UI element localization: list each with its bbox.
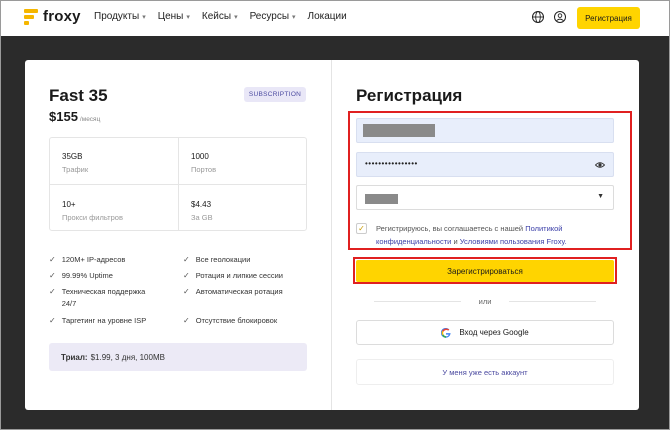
check-icon: ✓ [183, 316, 190, 325]
stat-label: Портов [191, 165, 217, 174]
plan-title: Fast 35 [49, 86, 108, 105]
check-icon: ✓ [49, 255, 56, 264]
chevron-down-icon: ▾ [234, 13, 238, 21]
check-icon: ✓ [49, 287, 56, 296]
or-separator: или [356, 295, 614, 307]
google-icon [441, 327, 451, 338]
country-select[interactable]: ▼ [356, 185, 614, 210]
stat-value: 10+ [62, 200, 76, 209]
check-icon: ✓ [49, 271, 56, 280]
feature-item: ✓ Автоматическая ротация [183, 286, 283, 298]
submit-register-button[interactable]: Зарегистрироваться [356, 260, 614, 282]
nav-label: Ресурсы [249, 11, 290, 22]
feature-text: Ротация и липкие сессии [195, 271, 283, 280]
top-header: froxy Продукты ▾ Цены ▾ Кейсы ▾ Ресурсы ▾ Ло… [0, 0, 670, 36]
google-login-label: Вход через Google [459, 328, 529, 337]
chevron-down-icon: ▾ [292, 13, 296, 21]
chevron-down-icon: ▾ [142, 13, 146, 21]
redacted-value [363, 124, 435, 137]
check-icon: ✓ [183, 255, 190, 264]
logo-text: froxy [43, 8, 81, 25]
or-label: или [478, 296, 492, 306]
check-icon: ✓ [183, 287, 190, 296]
trial-label: Триал: [61, 352, 88, 362]
stat-value: 1000 [191, 152, 209, 161]
feature-item: ✓ Ротация и липкие сессии [183, 270, 283, 282]
main-nav: Продукты ▾ Цены ▾ Кейсы ▾ Ресурсы ▾ Локации [94, 11, 347, 22]
nav-item-products[interactable]: Продукты ▾ [94, 11, 146, 22]
feature-item: ✓ 99.99% Uptime [49, 270, 113, 282]
nav-label: Цены [157, 11, 184, 22]
checkbox-check-icon: ✓ [358, 224, 365, 233]
terms-link[interactable]: Условиями пользования Froxy. [460, 237, 567, 246]
feature-item: ✓ Техническая поддержка 24/7 [49, 286, 159, 310]
check-icon: ✓ [49, 316, 56, 325]
stat-traffic: 35GB Трафик [62, 152, 88, 174]
feature-item: ✓ Таргетинг на уровне ISP [49, 315, 146, 327]
stat-ports: 1000 Портов [191, 152, 216, 174]
stat-label: За GB [191, 213, 213, 222]
consent-checkbox[interactable]: ✓ [356, 223, 367, 234]
feature-text: Автоматическая ротация [195, 287, 283, 296]
globe-icon[interactable] [531, 10, 545, 24]
feature-text: Таргетинг на уровне ISP [61, 316, 147, 325]
trial-value: $1.99, 3 дня, 100MB [90, 352, 165, 362]
price-period: /месяц [79, 116, 101, 123]
feature-item: ✓ 120M+ IP-адресов [49, 254, 125, 266]
nav-item-locations[interactable]: Локации [308, 11, 347, 22]
caret-down-icon: ▼ [597, 193, 604, 200]
registration-title: Регистрация [356, 86, 463, 105]
froxy-logo-icon [24, 8, 38, 25]
feature-text: Отсутствие блокировок [195, 316, 278, 325]
logo[interactable]: froxy [24, 8, 81, 25]
feature-text: Техническая поддержка 24/7 [61, 287, 146, 308]
nav-label: Кейсы [201, 11, 232, 22]
password-field[interactable]: •••••••••••••••• [356, 152, 614, 177]
feature-text: 99.99% Uptime [61, 271, 113, 280]
nav-item-resources[interactable]: Ресурсы ▾ [250, 11, 296, 22]
nav-label: Продукты [94, 11, 140, 22]
consent-text: Регистрируюсь, вы соглашаетесь с нашей П… [376, 222, 606, 248]
plan-badge: SUBSCRIPTION [244, 87, 306, 102]
stat-per-gb: $4.43 За GB [191, 200, 213, 222]
stat-label: Прокси фильтров [62, 213, 123, 222]
check-icon: ✓ [183, 271, 190, 280]
redacted-value [365, 194, 398, 204]
chevron-down-icon: ▾ [186, 13, 190, 21]
stat-label: Трафик [62, 165, 89, 174]
nav-item-prices[interactable]: Цены ▾ [158, 11, 190, 22]
price-value: $155 [49, 109, 78, 124]
google-login-button[interactable]: Вход через Google [356, 320, 614, 345]
password-value: •••••••••••••••• [365, 159, 418, 168]
header-register-button[interactable]: Регистрация [577, 7, 640, 29]
nav-item-cases[interactable]: Кейсы ▾ [202, 11, 238, 22]
stat-value: 35GB [62, 152, 83, 161]
trial-info: Триал: $1.99, 3 дня, 100MB [49, 343, 307, 371]
user-icon[interactable] [553, 10, 567, 24]
have-account-button[interactable]: У меня уже есть аккаунт [356, 359, 614, 385]
nav-label: Локации [307, 11, 347, 22]
plan-stats: 35GB Трафик 1000 Портов 10+ Прокси фильт… [49, 137, 307, 231]
stat-filters: 10+ Прокси фильтров [62, 200, 123, 222]
email-field[interactable] [356, 118, 614, 143]
consent-text-start: Регистрируюсь, вы соглашаетесь с нашей [376, 224, 524, 233]
feature-text: Все геолокации [195, 255, 251, 264]
panel-divider [331, 60, 332, 410]
stat-value: $4.43 [191, 200, 212, 209]
feature-item: ✓ Отсутствие блокировок [183, 315, 277, 327]
eye-icon[interactable] [595, 160, 605, 170]
consent-and: и [453, 237, 458, 246]
feature-item: ✓ Все геолокации [183, 254, 250, 266]
plan-price: $155/месяц [49, 109, 100, 124]
feature-text: 120M+ IP-адресов [61, 255, 126, 264]
signup-card: Fast 35 SUBSCRIPTION $155/месяц 35GB Тра… [25, 60, 639, 410]
